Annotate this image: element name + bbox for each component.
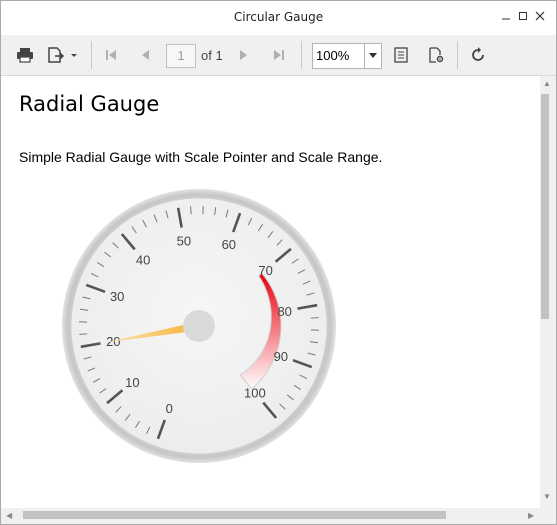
first-page-icon [106, 50, 116, 60]
page-setup-button[interactable] [426, 42, 446, 68]
close-button[interactable] [530, 7, 550, 27]
report-page: Radial Gauge Simple Radial Gauge with Sc… [1, 76, 540, 508]
close-icon [535, 11, 545, 21]
last-page-icon [274, 50, 284, 60]
title-bar: Circular Gauge [1, 1, 556, 35]
scroll-left-icon[interactable]: ◀ [6, 511, 12, 520]
printer-icon [17, 48, 33, 63]
export-icon [48, 47, 77, 63]
previous-page-icon [142, 50, 149, 60]
minor-tick [190, 206, 192, 215]
scale-label: 0 [166, 401, 173, 416]
toolbar-separator [91, 41, 92, 69]
horizontal-scroll-thumb[interactable] [23, 511, 446, 519]
radial-gauge: 0 10 20 30 40 50 60 70 80 90 100 [59, 186, 339, 471]
last-page-button[interactable] [269, 42, 289, 68]
scroll-corner [540, 508, 556, 524]
scroll-right-icon[interactable]: ▶ [528, 511, 534, 520]
scale-label: 10 [125, 375, 139, 390]
scroll-up-icon[interactable]: ▲ [543, 79, 551, 88]
previous-page-button[interactable] [135, 42, 155, 68]
scale-label: 90 [274, 349, 288, 364]
page-layout-button[interactable] [391, 42, 411, 68]
report-heading: Radial Gauge [19, 92, 160, 116]
print-button[interactable] [13, 42, 37, 68]
scroll-down-icon[interactable]: ▼ [543, 492, 551, 501]
page-count-label: of 1 [201, 48, 223, 63]
export-button[interactable] [45, 42, 81, 68]
minimize-icon [502, 18, 510, 20]
minor-tick [310, 317, 319, 319]
zoom-select[interactable]: 100% [312, 43, 382, 69]
zoom-value: 100% [316, 48, 350, 63]
scale-label: 60 [222, 237, 236, 252]
window-title: Circular Gauge [233, 10, 324, 24]
scale-label: 70 [258, 263, 272, 278]
maximize-icon [519, 12, 527, 20]
vertical-scroll-thumb[interactable] [541, 94, 549, 319]
scale-label: 50 [177, 233, 191, 248]
chevron-down-icon [369, 53, 377, 58]
toolbar-separator [301, 41, 302, 69]
pointer-cap [183, 310, 215, 342]
refresh-icon [472, 47, 484, 61]
refresh-button[interactable] [467, 42, 489, 68]
scale-label: 20 [106, 334, 120, 349]
scale-label: 100 [244, 386, 266, 401]
page-layout-icon [394, 47, 408, 63]
report-viewer-window: Circular Gauge 1 of 1 100% Radial Gauge … [0, 0, 557, 525]
scale-label: 80 [277, 304, 291, 319]
minor-tick [79, 333, 88, 335]
scale-label: 40 [136, 252, 150, 267]
first-page-button[interactable] [101, 42, 121, 68]
toolbar: 1 of 1 100% [1, 35, 556, 76]
toolbar-separator [457, 41, 458, 69]
next-page-icon [240, 50, 247, 60]
next-page-button[interactable] [234, 42, 254, 68]
page-setup-icon [429, 47, 444, 63]
page-number-input[interactable]: 1 [166, 44, 196, 68]
scale-label: 30 [110, 289, 124, 304]
zoom-dropdown-arrow[interactable] [364, 44, 381, 68]
report-description: Simple Radial Gauge with Scale Pointer a… [19, 149, 383, 165]
